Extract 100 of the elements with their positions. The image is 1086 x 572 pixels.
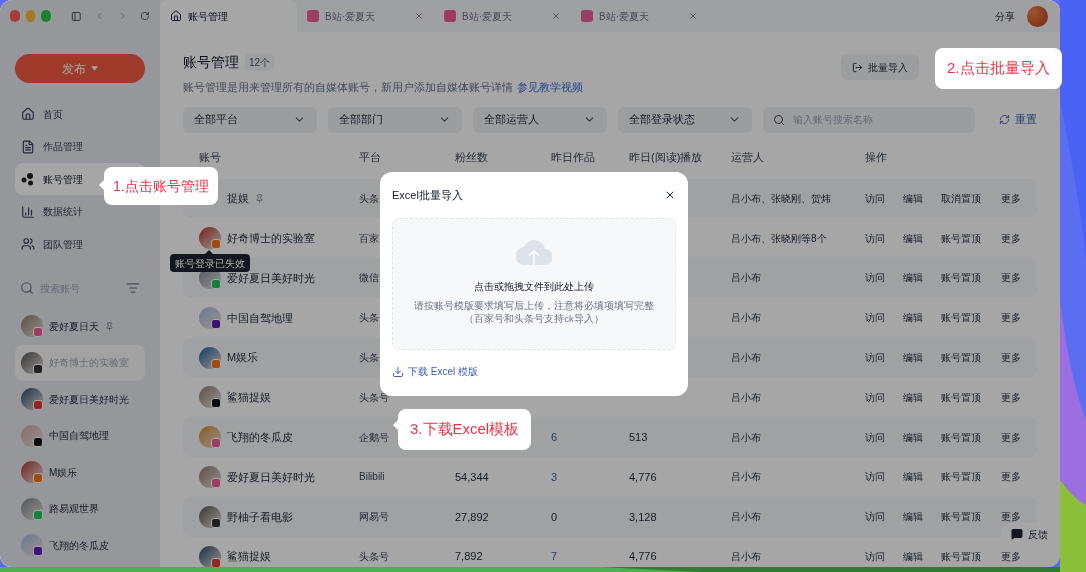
table-cell-text: 4,776 [629, 469, 657, 485]
action-link[interactable]: 编辑 [903, 549, 923, 565]
account-item[interactable]: 中国自驾地理 [15, 417, 145, 454]
action-link[interactable]: 访问 [865, 310, 885, 326]
share-button[interactable]: 分享 [995, 8, 1015, 24]
action-link[interactable]: 账号置顶 [941, 549, 981, 565]
filter-select[interactable]: 全部运营人 [473, 106, 607, 133]
action-link[interactable]: 更多 [1001, 389, 1021, 405]
nav-item[interactable]: 首页 [15, 98, 145, 130]
account-item[interactable]: 爱好夏日美好时光 [15, 381, 145, 418]
nav-item[interactable]: 团队管理 [15, 228, 145, 260]
action-link[interactable]: 账号置顶 [941, 509, 981, 525]
action-link[interactable]: 访问 [865, 350, 885, 366]
tutorial-link[interactable]: 参见教学视频 [517, 81, 583, 93]
filter-icon[interactable] [126, 281, 140, 295]
nav-item[interactable]: 作品管理 [15, 130, 145, 163]
action-link[interactable]: 访问 [865, 509, 885, 525]
table-cell-text: 头条 [359, 191, 379, 206]
table-cell-text: 吕小布 [731, 470, 761, 485]
table-cell[interactable]: 3 [551, 468, 558, 486]
column-header: 粉丝数 [455, 150, 488, 166]
action-link[interactable]: 更多 [1001, 350, 1021, 366]
upload-area[interactable]: 点击或拖拽文件到此处上传 请按账号模版要求填写后上传，注意将必填项填写完整 （百家号和头条号支持ck导入） [392, 218, 676, 350]
account-item[interactable]: 爱好夏日天 [15, 308, 145, 345]
action-link[interactable]: 账号置顶 [941, 389, 981, 405]
description: 账号管理是用来管理所有的自媒体账号，新用户添加自媒体账号详情 参见教学视频 [183, 80, 583, 95]
action-link[interactable]: 更多 [1001, 230, 1021, 246]
message-icon [1011, 528, 1023, 540]
table-cell-text: 头条 [359, 351, 379, 366]
platform-badge-icon [211, 239, 221, 250]
action-link[interactable]: 更多 [1001, 270, 1021, 286]
action-link[interactable]: 更多 [1001, 549, 1021, 565]
action-link[interactable]: 访问 [865, 469, 885, 485]
action-link[interactable]: 编辑 [903, 429, 923, 445]
upload-title: 点击或拖拽文件到此处上传 [474, 280, 594, 294]
action-link[interactable]: 更多 [1001, 310, 1021, 326]
action-link[interactable]: 编辑 [903, 389, 923, 405]
action-link[interactable]: 访问 [865, 429, 885, 445]
import-button[interactable]: 批量导入 [841, 54, 919, 80]
user-avatar[interactable] [1027, 5, 1048, 27]
callout: 3.下载Excel模板 [398, 409, 532, 450]
action-link[interactable]: 编辑 [903, 230, 923, 246]
action-link[interactable]: 账号置顶 [941, 230, 981, 246]
table-cell-text: 百家 [359, 231, 379, 246]
maximize-window-button[interactable] [41, 10, 52, 22]
account-item[interactable]: M娱乐 [15, 454, 145, 491]
account-name: 鲨猫捉娱 [227, 549, 271, 565]
table-cell-text: 吕小布 [731, 271, 761, 286]
filter-select[interactable]: 全部部门 [328, 106, 462, 133]
action-link[interactable]: 账号置顶 [941, 469, 981, 485]
table-cell[interactable]: 6 [551, 428, 558, 446]
action-link[interactable]: 账号置顶 [941, 350, 981, 366]
tab[interactable]: 账号管理 [160, 0, 297, 32]
action-link[interactable]: 账号置顶 [941, 429, 981, 445]
table-cell-text: 吕小布 [731, 510, 761, 525]
modal-title: Excel批量导入 [392, 187, 463, 203]
action-link[interactable]: 编辑 [903, 190, 923, 206]
account-name: 爱好夏日美好时光 [227, 469, 315, 485]
action-link[interactable]: 访问 [865, 190, 885, 206]
cloud-upload-icon [516, 239, 552, 265]
action-link[interactable]: 取消置顶 [941, 190, 981, 206]
action-link[interactable]: 更多 [1001, 429, 1021, 445]
site-icon [444, 10, 456, 22]
tab[interactable]: B站·爱夏天 [571, 0, 708, 32]
count-badge: 12个 [245, 54, 275, 71]
action-link[interactable]: 更多 [1001, 509, 1021, 525]
sidebar-toggle-icon[interactable] [71, 9, 82, 23]
tab[interactable]: B站·爱夏天 [434, 0, 571, 32]
filter-select[interactable]: 全部登录状态 [618, 106, 752, 133]
action-link[interactable]: 编辑 [903, 350, 923, 366]
account-name: 中国自驾地理 [227, 310, 293, 326]
action-link[interactable]: 访问 [865, 549, 885, 565]
table-cell-text: 吕小布 [731, 550, 761, 565]
close-icon[interactable] [664, 189, 676, 201]
table-cell-text: 网易号 [359, 510, 389, 525]
action-link[interactable]: 访问 [865, 270, 885, 286]
close-window-button[interactable] [10, 10, 20, 22]
tooltip: 账号登录已失效 [170, 254, 250, 272]
action-link[interactable]: 编辑 [903, 509, 923, 525]
table-cell[interactable]: 7 [551, 548, 558, 565]
action-link[interactable]: 账号置顶 [941, 310, 981, 326]
action-link[interactable]: 更多 [1001, 190, 1021, 206]
action-link[interactable]: 账号置顶 [941, 270, 981, 286]
platform-badge-icon [211, 477, 221, 488]
action-link[interactable]: 更多 [1001, 469, 1021, 485]
account-name: 飞翔的冬瓜皮 [227, 429, 293, 445]
table-cell-text: 513 [629, 429, 648, 445]
account-item[interactable]: 飞翔的冬瓜皮 [15, 527, 145, 564]
action-link[interactable]: 访问 [865, 230, 885, 246]
reload-icon[interactable] [140, 10, 150, 22]
action-link[interactable]: 访问 [865, 389, 885, 405]
action-link[interactable]: 编辑 [903, 310, 923, 326]
filter-select[interactable]: 全部平台 [183, 106, 317, 133]
download-template-link[interactable]: 下载 Excel 模版 [392, 364, 676, 379]
account-item[interactable]: 路易观世界 [15, 490, 145, 527]
action-link[interactable]: 编辑 [903, 469, 923, 485]
tab[interactable]: B站·爱夏天 [297, 0, 434, 32]
reset-button[interactable]: 重置 [999, 111, 1037, 128]
table-cell-text: 头条号 [359, 390, 389, 405]
action-link[interactable]: 编辑 [903, 270, 923, 286]
